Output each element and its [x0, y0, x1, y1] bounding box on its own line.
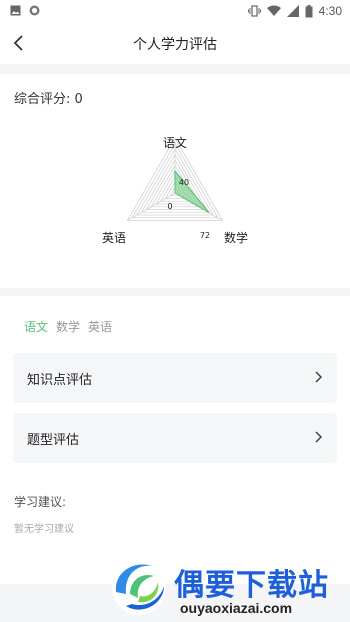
axis-label-english: 英语 [102, 231, 126, 245]
vibrate-icon [247, 5, 261, 17]
status-bar: 4:30 [0, 0, 350, 22]
wifi-icon [266, 5, 281, 16]
image-icon [10, 5, 21, 16]
battery-icon [305, 4, 313, 17]
overall-score: 综合评分: 0 [14, 92, 83, 107]
chevron-right-icon [315, 371, 323, 383]
advice-title: 学习建议: [14, 495, 67, 509]
tab-english[interactable]: 英语 [88, 318, 112, 335]
value-label-english: 0 [167, 202, 172, 211]
status-time: 4:30 [318, 4, 342, 18]
status-left-icons [10, 5, 40, 16]
nav-bar: 个人学力评估 [0, 22, 350, 64]
watermark: 偶要下载站 ouyaoxiazai.com [108, 556, 350, 620]
tab-chinese[interactable]: 语文 [24, 318, 48, 335]
question-type-card[interactable]: 题型评估 [13, 413, 337, 463]
axis-label-math: 数学 [224, 230, 248, 245]
section-divider [0, 64, 350, 74]
watermark-url: ouyaoxiazai.com [180, 600, 293, 616]
circle-icon [29, 5, 40, 16]
watermark-logo [112, 561, 166, 615]
value-label-math: 72 [200, 231, 210, 240]
knowledge-point-card[interactable]: 知识点评估 [13, 353, 337, 403]
tab-math[interactable]: 数学 [56, 318, 80, 335]
advice-text: 暂无学习建议 [14, 524, 74, 535]
signal-icon [286, 5, 299, 17]
status-right-icons: 4:30 [247, 4, 342, 18]
section-divider [0, 288, 350, 296]
card-label: 题型评估 [27, 433, 80, 448]
watermark-title: 偶要下载站 [174, 568, 329, 603]
axis-label-chinese: 语文 [163, 135, 187, 150]
subject-tabs: 语文 数学 英语 [24, 318, 112, 335]
page-title: 个人学力评估 [133, 37, 217, 53]
value-label-chinese: 40 [179, 178, 189, 187]
card-label: 知识点评估 [27, 373, 93, 388]
radar-chart: 语文 数学 英语 40 72 0 [102, 135, 248, 245]
chevron-right-icon [315, 431, 323, 443]
